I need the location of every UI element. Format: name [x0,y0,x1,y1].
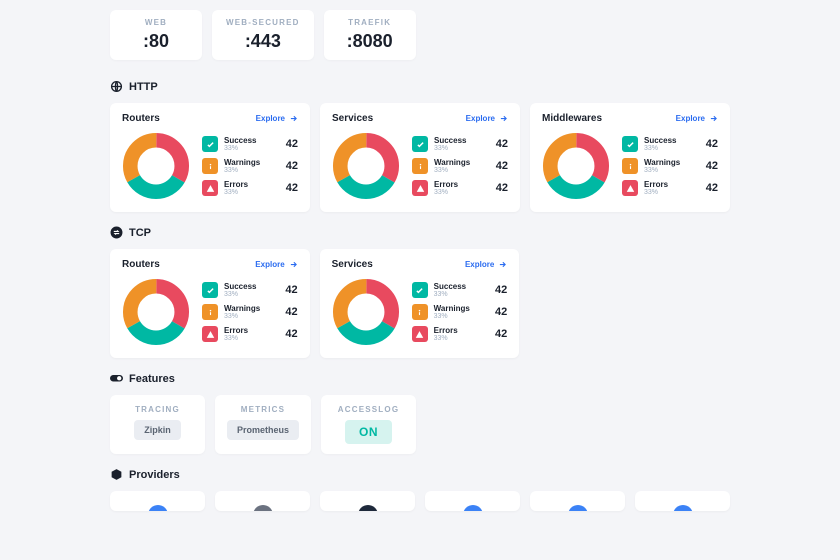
entrypoint-port: :80 [124,31,188,52]
errors-row: Errors33%42 [412,326,508,342]
cube-icon [110,468,123,481]
warnings-row: Warnings33%42 [412,304,508,320]
check-icon [412,136,428,152]
errors-row: Errors33%42 [412,180,508,196]
warnings-row: Warnings33% 42 [202,158,298,174]
info-icon [202,158,218,174]
entrypoints-row: WEB :80 WEB-SECURED :443 TRAEFIK :8080 [110,10,730,60]
arrow-right-icon [289,260,298,269]
success-row: Success33%42 [412,136,508,152]
entrypoint-card: WEB :80 [110,10,202,60]
provider-card[interactable] [320,491,415,511]
feature-chip: Zipkin [134,420,181,440]
feature-chip: Prometheus [227,420,299,440]
alert-icon [622,180,638,196]
alert-icon [412,180,428,196]
http-cards-row: Routers Explore Success33% 42 [110,103,730,212]
provider-card[interactable] [425,491,520,511]
success-row: Success33% 42 [202,136,298,152]
card-title: Routers [122,113,160,124]
globe-icon [110,80,123,93]
donut-chart [542,132,610,200]
arrow-right-icon [498,260,507,269]
tcp-section-header: TCP [110,226,730,239]
donut-chart [332,132,400,200]
donut-chart [122,132,190,200]
card-title: Middlewares [542,113,602,124]
info-icon [412,304,428,320]
errors-row: Errors33%42 [622,180,718,196]
warnings-row: Warnings33%42 [412,158,508,174]
features-row: TRACING Zipkin METRICS Prometheus ACCESS… [110,395,730,454]
entrypoint-name: TRAEFIK [338,18,402,27]
providers-section-header: Providers [110,468,730,481]
http-section-header: HTTP [110,80,730,93]
success-row: Success33%42 [412,282,508,298]
entrypoint-card: WEB-SECURED :443 [212,10,314,60]
errors-row: Errors33% 42 [202,180,298,196]
feature-name: TRACING [122,405,193,414]
providers-row [110,491,730,511]
alert-icon [412,326,428,342]
warnings-row: Warnings33%42 [202,304,298,320]
feature-name: METRICS [227,405,299,414]
provider-card[interactable] [635,491,730,511]
card-title: Services [332,259,373,270]
section-title: TCP [129,227,151,239]
entrypoint-port: :443 [226,31,300,52]
check-icon [412,282,428,298]
check-icon [202,282,218,298]
features-section-header: Features [110,372,730,385]
success-row: Success33%42 [622,136,718,152]
info-icon [412,158,428,174]
arrow-right-icon [289,114,298,123]
swap-icon [110,226,123,239]
donut-chart [332,278,400,346]
card-title: Routers [122,259,160,270]
section-title: Providers [129,469,180,481]
routers-card: Routers Explore Success33%42 Warnings33%… [110,249,310,358]
services-card: Services Explore Success33%42 Warnings33… [320,103,520,212]
info-icon [202,304,218,320]
explore-link[interactable]: Explore [465,260,507,269]
tcp-cards-row: Routers Explore Success33%42 Warnings33%… [110,249,730,358]
warnings-row: Warnings33%42 [622,158,718,174]
feature-chip: ON [345,420,392,444]
feature-card-tracing: TRACING Zipkin [110,395,205,454]
alert-icon [202,180,218,196]
entrypoint-card: TRAEFIK :8080 [324,10,416,60]
check-icon [622,136,638,152]
arrow-right-icon [499,114,508,123]
services-card: Services Explore Success33%42 Warnings33… [320,249,520,358]
toggle-icon [110,372,123,385]
entrypoint-name: WEB-SECURED [226,18,300,27]
explore-link[interactable]: Explore [255,260,297,269]
middlewares-card: Middlewares Explore Success33%42 Warning… [530,103,730,212]
arrow-right-icon [709,114,718,123]
explore-link[interactable]: Explore [466,114,508,123]
routers-card: Routers Explore Success33% 42 [110,103,310,212]
feature-card-metrics: METRICS Prometheus [215,395,311,454]
errors-row: Errors33%42 [202,326,298,342]
feature-name: ACCESSLOG [333,405,404,414]
section-title: Features [129,373,175,385]
provider-card[interactable] [530,491,625,511]
success-row: Success33%42 [202,282,298,298]
check-icon [202,136,218,152]
provider-card[interactable] [110,491,205,511]
info-icon [622,158,638,174]
entrypoint-name: WEB [124,18,188,27]
card-title: Services [332,113,373,124]
provider-card[interactable] [215,491,310,511]
feature-card-accesslog: ACCESSLOG ON [321,395,416,454]
donut-chart [122,278,190,346]
alert-icon [202,326,218,342]
explore-link[interactable]: Explore [676,114,718,123]
entrypoint-port: :8080 [338,31,402,52]
section-title: HTTP [129,81,158,93]
explore-link[interactable]: Explore [256,114,298,123]
